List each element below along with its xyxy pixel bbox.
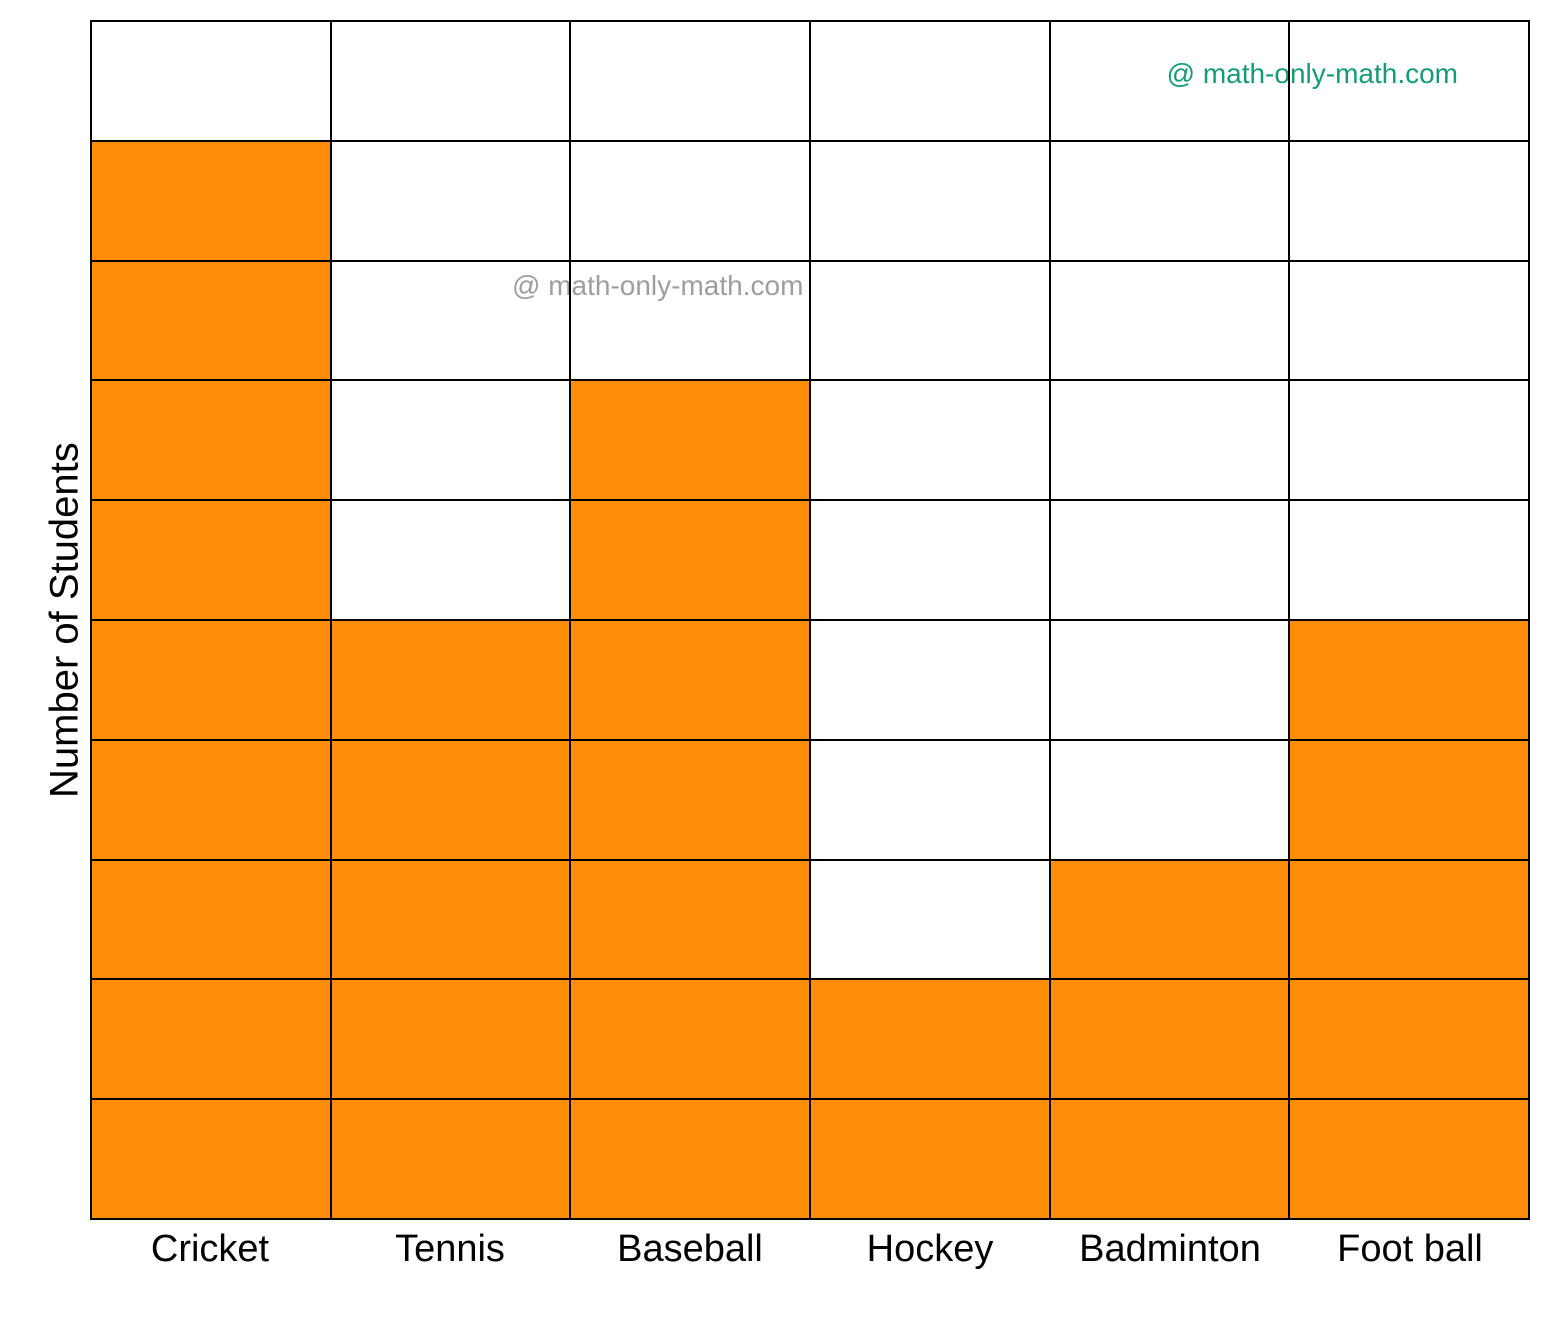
grid-cell (332, 140, 570, 260)
grid-cell (1051, 140, 1289, 260)
grid-cell (1290, 140, 1528, 260)
grid-cell (92, 739, 330, 859)
grid-cell (571, 978, 809, 1098)
grid-cell (92, 379, 330, 499)
bar-column (92, 22, 332, 1218)
grid-cell (92, 978, 330, 1098)
grid-cell (811, 739, 1049, 859)
grid-cell (571, 499, 809, 619)
grid-cell (811, 22, 1049, 140)
x-axis-label: Cricket (90, 1228, 330, 1271)
grid-cell (571, 22, 809, 140)
x-axis: CricketTennisBaseballHockeyBadmintonFoot… (90, 1228, 1530, 1271)
bar-column (332, 22, 572, 1218)
grid-cell (1290, 499, 1528, 619)
grid-cell (571, 619, 809, 739)
grid-cell (571, 859, 809, 979)
grid-cell (332, 978, 570, 1098)
grid-cell (811, 499, 1049, 619)
grid-cell (92, 499, 330, 619)
bar-column (1290, 22, 1528, 1218)
grid-cell (332, 499, 570, 619)
grid-cell (1290, 978, 1528, 1098)
grid-cell (1290, 379, 1528, 499)
grid-cell (1290, 22, 1528, 140)
grid-cell (1051, 22, 1289, 140)
x-axis-label: Hockey (810, 1228, 1050, 1271)
grid-cell (332, 859, 570, 979)
grid-cell (332, 22, 570, 140)
grid-cell (1051, 260, 1289, 380)
grid-cell (1290, 859, 1528, 979)
x-axis-label: Badminton (1050, 1228, 1290, 1271)
grid-cell (92, 1098, 330, 1218)
grid-cell (1051, 859, 1289, 979)
grid-cell (1051, 1098, 1289, 1218)
grid-cell (571, 140, 809, 260)
grid-cell (332, 260, 570, 380)
chart-container: Number of Students @ math-only-math.com … (40, 20, 1540, 1310)
x-axis-label: Tennis (330, 1228, 570, 1271)
grid-cell (1290, 619, 1528, 739)
grid-cell (811, 619, 1049, 739)
grid-cell (1051, 739, 1289, 859)
grid-cell (332, 379, 570, 499)
x-axis-label: Foot ball (1290, 1228, 1530, 1271)
grid-cell (1051, 978, 1289, 1098)
grid-cell (1051, 379, 1289, 499)
grid-cell (811, 140, 1049, 260)
grid-cell (571, 1098, 809, 1218)
grid-cell (811, 260, 1049, 380)
grid-cell (811, 1098, 1049, 1218)
grid-cell (332, 739, 570, 859)
grid-cell (1051, 619, 1289, 739)
grid-cell (571, 739, 809, 859)
bar-column (571, 22, 811, 1218)
grid-cell (811, 978, 1049, 1098)
bar-column (811, 22, 1051, 1218)
plot-area: @ math-only-math.com @ math-only-math.co… (90, 20, 1540, 1310)
grid-cell (92, 859, 330, 979)
grid-cell (332, 619, 570, 739)
grid-cell (1290, 260, 1528, 380)
grid-cell (332, 1098, 570, 1218)
grid-cell (811, 379, 1049, 499)
x-axis-label: Baseball (570, 1228, 810, 1271)
chart-grid: @ math-only-math.com @ math-only-math.co… (90, 20, 1530, 1220)
grid-cell (92, 619, 330, 739)
grid-cell (1051, 499, 1289, 619)
grid-cell (571, 260, 809, 380)
grid-cell (92, 140, 330, 260)
grid-cell (92, 260, 330, 380)
grid-cell (811, 859, 1049, 979)
grid-cell (1290, 739, 1528, 859)
grid-cell (571, 379, 809, 499)
grid-cell (1290, 1098, 1528, 1218)
grid-cell (92, 22, 330, 140)
y-axis-label: Number of Students (40, 20, 90, 1220)
bar-column (1051, 22, 1291, 1218)
